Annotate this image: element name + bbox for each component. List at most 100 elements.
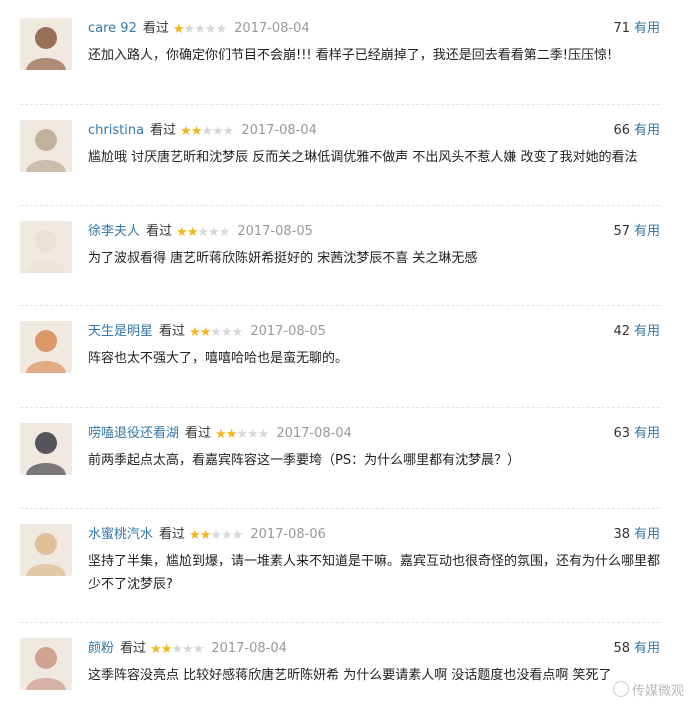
comment-meta: 颜粉 看过 ★★★★★ 2017-08-04 [88, 638, 287, 660]
user-name-link[interactable]: 徐李夫人 [88, 224, 140, 239]
vote-area: 58 有用 [613, 638, 660, 660]
star-empty-icon: ★ [257, 427, 270, 442]
divider [20, 305, 660, 306]
star-empty-icon: ★ [171, 642, 183, 657]
useful-button[interactable]: 有用 [634, 641, 660, 656]
comment-text: 前两季起点太高，看嘉宾阵容这一季要垮（PS：为什么哪里都有沈梦晨？） [88, 453, 521, 468]
vote-count: 71 [613, 21, 630, 36]
watch-status: 看过 [185, 426, 212, 441]
useful-button[interactable]: 有用 [634, 426, 660, 441]
watermark: 传媒微观 [612, 680, 684, 699]
vote-count: 42 [613, 324, 630, 339]
star-filled-icon: ★ [190, 124, 203, 139]
watch-status: 看过 [159, 324, 186, 339]
user-avatar[interactable] [20, 221, 72, 273]
comment-text: 这季阵容没亮点 比较好感蒋欣唐艺昕陈妍希 为什么要请素人啊 没话题度也没看点啊 … [88, 668, 612, 683]
user-name-link[interactable]: care 92 [88, 21, 137, 36]
vote-count: 38 [613, 527, 630, 542]
watch-status: 看过 [159, 527, 186, 542]
user-avatar[interactable] [20, 423, 72, 475]
rating-stars: ★★★★★ [189, 322, 244, 344]
star-filled-icon: ★ [160, 642, 173, 657]
divider [20, 622, 660, 623]
star-empty-icon: ★ [208, 225, 220, 240]
comment-meta: christina 看过 ★★★★★ 2017-08-04 [88, 120, 317, 142]
star-empty-icon: ★ [210, 528, 222, 543]
rating-stars: ★★★★★ [150, 639, 205, 661]
vote-area: 38 有用 [613, 524, 660, 546]
useful-button[interactable]: 有用 [634, 224, 660, 239]
useful-button[interactable]: 有用 [634, 21, 660, 36]
star-empty-icon: ★ [210, 325, 222, 340]
comment-date: 2017-08-04 [241, 123, 317, 138]
vote-count: 57 [613, 224, 630, 239]
star-filled-icon: ★ [199, 325, 212, 340]
comment-meta: care 92 看过 ★★★★★ 2017-08-04 [88, 18, 310, 40]
user-avatar[interactable] [20, 120, 72, 172]
star-filled-icon: ★ [189, 528, 201, 543]
star-filled-icon: ★ [176, 225, 188, 240]
star-empty-icon: ★ [247, 427, 259, 442]
star-empty-icon: ★ [183, 22, 196, 37]
divider [20, 205, 660, 206]
star-empty-icon: ★ [215, 22, 228, 37]
comment-text: 坚持了半集，尴尬到爆，请一堆素人来不知道是干嘛。嘉宾互动也很奇怪的氛围，还有为什… [88, 554, 661, 592]
comment-text: 为了波叔看得 唐艺昕蒋欣陈妍希挺好的 宋茜沈梦辰不喜 关之琳无感 [88, 251, 478, 266]
watch-status: 看过 [150, 123, 177, 138]
user-name-link[interactable]: 颜粉 [88, 641, 114, 656]
star-filled-icon: ★ [199, 528, 212, 543]
vote-area: 42 有用 [613, 321, 660, 343]
star-empty-icon: ★ [192, 642, 205, 657]
comment-text: 尴尬哦 讨厌唐艺昕和沈梦辰 反而关之琳低调优雅不做声 不出风头不惹人嫌 改变了我… [88, 150, 638, 165]
comment-meta: 水蜜桃汽水 看过 ★★★★★ 2017-08-06 [88, 524, 326, 546]
vote-area: 57 有用 [613, 221, 660, 243]
user-avatar[interactable] [20, 524, 72, 576]
comment-meta: 唠嗑退役还看湖 看过 ★★★★★ 2017-08-04 [88, 423, 352, 445]
rating-stars: ★★★★★ [215, 424, 270, 446]
comment-text: 阵容也太不强大了，嘻嘻哈哈也是蛮无聊的。 [88, 351, 349, 366]
vote-count: 58 [613, 641, 630, 656]
user-avatar[interactable] [20, 321, 72, 373]
user-name-link[interactable]: 唠嗑退役还看湖 [88, 426, 179, 441]
vote-area: 63 有用 [613, 423, 660, 445]
useful-button[interactable]: 有用 [634, 324, 660, 339]
star-empty-icon: ★ [182, 642, 194, 657]
star-empty-icon: ★ [212, 124, 224, 139]
user-avatar[interactable] [20, 638, 72, 690]
divider [20, 104, 660, 105]
star-filled-icon: ★ [215, 427, 227, 442]
vote-area: 71 有用 [613, 18, 660, 40]
vote-count: 63 [613, 426, 630, 441]
watermark-text: 传媒微观 [631, 684, 684, 699]
star-empty-icon: ★ [201, 124, 213, 139]
user-avatar[interactable] [20, 18, 72, 70]
vote-area: 66 有用 [613, 120, 660, 142]
useful-button[interactable]: 有用 [634, 527, 660, 542]
user-name-link[interactable]: 水蜜桃汽水 [88, 527, 153, 542]
comment-date: 2017-08-04 [276, 426, 352, 441]
star-filled-icon: ★ [150, 642, 162, 657]
star-filled-icon: ★ [186, 225, 199, 240]
star-empty-icon: ★ [231, 528, 244, 543]
comment-meta: 天生是明星 看过 ★★★★★ 2017-08-05 [88, 321, 326, 343]
watch-status: 看过 [120, 641, 147, 656]
rating-stars: ★★★★★ [176, 222, 231, 244]
star-empty-icon: ★ [204, 22, 217, 37]
user-name-link[interactable]: christina [88, 123, 144, 138]
star-empty-icon: ★ [194, 22, 206, 37]
user-name-link[interactable]: 天生是明星 [88, 324, 153, 339]
rating-stars: ★★★★★ [189, 525, 244, 547]
comment-date: 2017-08-04 [234, 21, 310, 36]
divider [20, 508, 660, 509]
comment-date: 2017-08-04 [211, 641, 287, 656]
star-filled-icon: ★ [180, 124, 192, 139]
star-empty-icon: ★ [197, 225, 209, 240]
divider [20, 407, 660, 408]
comment-date: 2017-08-05 [237, 224, 313, 239]
star-filled-icon: ★ [172, 22, 185, 37]
vote-count: 66 [613, 123, 630, 138]
rating-stars: ★★★★★ [180, 121, 234, 143]
useful-button[interactable]: 有用 [634, 123, 660, 138]
star-empty-icon: ★ [218, 225, 231, 240]
star-empty-icon: ★ [231, 325, 244, 340]
